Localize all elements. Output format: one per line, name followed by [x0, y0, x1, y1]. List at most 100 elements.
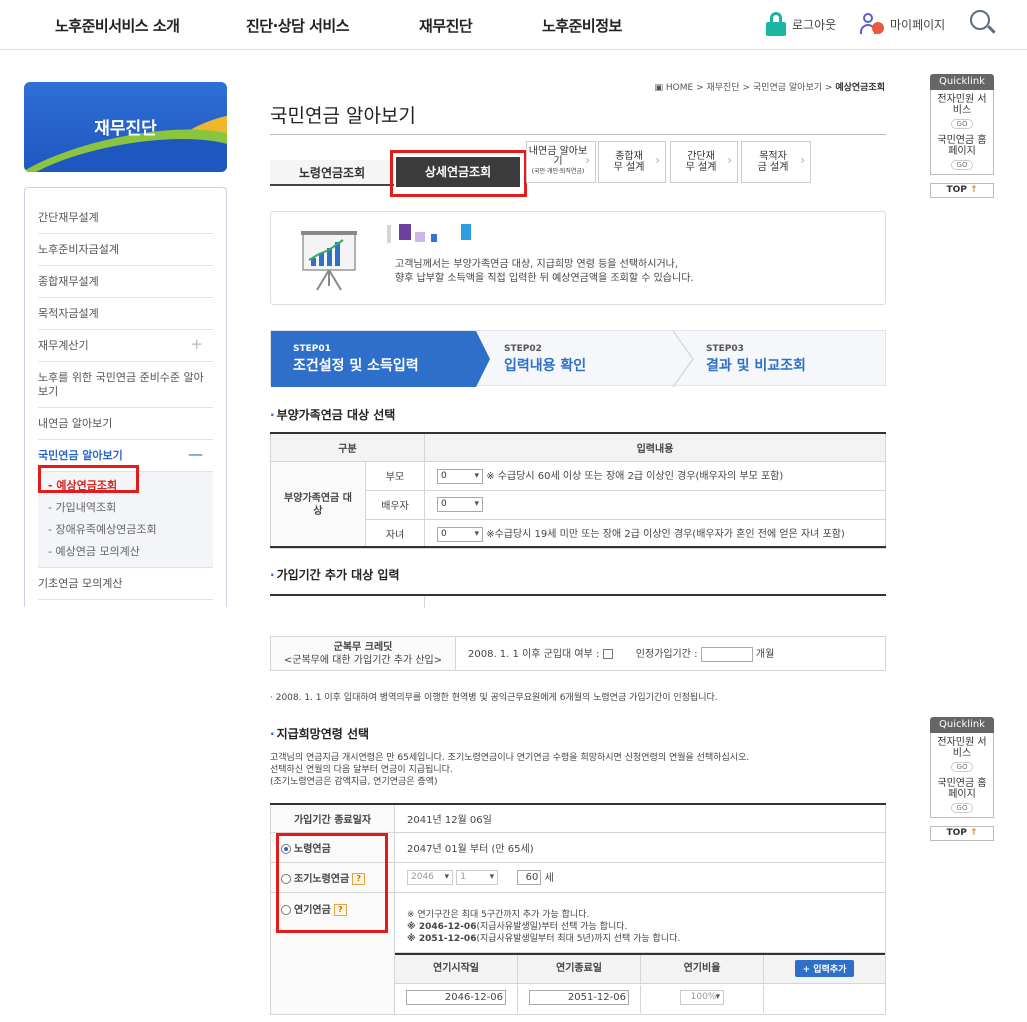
defer-date: ※ 2051-12-06 — [407, 934, 477, 944]
sidebar-item-purpose[interactable]: 목적자금설계 — [38, 298, 213, 330]
quicklink-nps[interactable]: 국민연금 홈페이지 — [933, 135, 991, 157]
breadcrumb-separator: > — [696, 83, 704, 93]
quicklink-egov[interactable]: 전자민원 서비스 — [933, 94, 991, 116]
section-title-period: 가입기간 추가 대상 입력 — [270, 566, 400, 583]
defer-start-input[interactable]: 2046-12-06 — [406, 990, 506, 1005]
step-1: STEP01 조건설정 및 소득입력 — [271, 331, 490, 387]
step-label: 조건설정 및 소득입력 — [293, 358, 419, 374]
nav-menu-intro[interactable]: 노후준비서비스 소개 — [55, 15, 180, 36]
arrow-up-icon: ↑ — [969, 828, 978, 838]
highlight-box — [276, 833, 388, 933]
sidebar-item-readiness[interactable]: 노후를 위한 국민연금 준비수준 알아보기 — [38, 362, 213, 408]
table-cell: 2008. 1. 1 이후 군입대 여부 : 인정가입기간 : 개월 — [455, 636, 886, 671]
tab-my-pension[interactable]: 내연금 알아보기 (국민·개인·퇴직연금) — [526, 141, 596, 183]
tab-old-age-pension[interactable]: 노령연금조회 — [270, 160, 394, 186]
sidebar-item-my-pension[interactable]: 내연금 알아보기 — [38, 408, 213, 440]
sidebar-item-comprehensive[interactable]: 종합재무설계 — [38, 266, 213, 298]
mypage-label: 마이페이지 — [890, 17, 946, 32]
quicklink-go-button[interactable]: GO — [950, 803, 974, 813]
sidebar-sub-disability[interactable]: - 장애유족예상연금조회 — [38, 519, 213, 541]
info-line: 고객님께서는 부양가족연금 대상, 지급희망 연령 등을 선택하시거나, — [395, 259, 679, 270]
nav-menu-info[interactable]: 노후준비정보 — [542, 15, 622, 36]
sidebar-sub-simulation[interactable]: - 예상연금 모의계산 — [38, 541, 213, 563]
payment-desc-line: 선택하신 연월의 다음 달부터 연금이 지급됩니다. — [270, 765, 453, 775]
quicklink-egov[interactable]: 전자민원 서비스 — [933, 737, 991, 759]
step-3: STEP03 결과 및 비교조회 — [706, 331, 886, 387]
row-group-label: 부양가족연금 대상 — [270, 460, 366, 549]
breadcrumb-national-pension[interactable]: 국민연금 알아보기 — [753, 83, 822, 93]
sidebar-sub-history[interactable]: - 가입내역조회 — [38, 497, 213, 519]
defer-note: ※ 연기구간은 최대 5구간까지 추가 가능 합니다. — [407, 910, 590, 920]
end-date-value: 2041년 12월 06일 — [394, 803, 886, 833]
tab-simple[interactable]: 간단재무 설계 — [670, 141, 738, 183]
children-select[interactable]: 0 — [437, 526, 483, 542]
top-button[interactable]: TOP ↑ — [930, 826, 994, 841]
tab-label: 간단재무 설계 — [685, 151, 717, 173]
quicklink-nps[interactable]: 국민연금 홈페이지 — [933, 778, 991, 800]
table-header: 구분 — [270, 432, 425, 462]
nav-menu-finance[interactable]: 재무진단 — [419, 15, 473, 36]
early-age-input[interactable]: 60 — [517, 870, 542, 886]
defer-subtable-cell: 연기시작일 연기종료일 연기비율 + 입력추가 — [394, 951, 886, 984]
divider-bar — [387, 225, 391, 243]
sidebar-item-label: 재무계산기 — [38, 339, 89, 352]
military-checkbox[interactable] — [602, 649, 613, 660]
early-month-select[interactable]: 1 — [456, 870, 499, 886]
row-desc: ※수급당시 19세 미만 또는 장애 2급 이상인 경우(배우자가 혼인 전에 … — [486, 529, 845, 541]
row-label: 배우자 — [365, 489, 425, 520]
table-header: 입력내용 — [424, 432, 886, 462]
column-header: 연기시작일 — [395, 954, 518, 983]
quicklink-panel: Quicklink 전자민원 서비스 GO 국민연금 홈페이지 GO TOP ↑ — [930, 717, 994, 841]
nav-menu-consult[interactable]: 진단·상담 서비스 — [246, 15, 350, 36]
tab-label: 종합재무 설계 — [613, 151, 645, 173]
sidebar-item-basic-pension[interactable]: 기초연금 모의계산 — [38, 568, 213, 600]
plus-icon: + — [190, 335, 203, 353]
row-label: 자녀 — [365, 518, 425, 549]
logout-link[interactable]: 로그아웃 — [766, 12, 836, 36]
row-label: 부모 — [365, 460, 425, 491]
section-title-payment: 지급희망연령 선택 — [270, 725, 370, 742]
tab-comprehensive[interactable]: 종합재무 설계 — [598, 141, 666, 183]
step-indicator: STEP01 조건설정 및 소득입력 STEP02 입력내용 확인 STEP03… — [270, 330, 886, 387]
highlight-box — [390, 150, 527, 197]
quicklink-go-button[interactable]: GO — [950, 160, 974, 170]
home-icon: ▣ — [654, 83, 663, 93]
masked-name — [431, 234, 437, 242]
military-label-cell: 군복무 크레딧 <군복무에 대한 가입기간 추가 산입> — [270, 636, 456, 671]
breadcrumb-home[interactable]: HOME — [666, 83, 693, 93]
table-bottom-line — [270, 546, 886, 548]
quicklink-go-button[interactable]: GO — [950, 762, 974, 772]
top-button[interactable]: TOP ↑ — [930, 183, 994, 198]
tab-label: 내연금 알아보기 — [528, 146, 588, 167]
logout-label: 로그아웃 — [792, 17, 837, 32]
section-title-dependents: 부양가족연금 대상 선택 — [270, 406, 396, 423]
masked-name — [415, 232, 425, 242]
payment-desc: 고객님의 연금지급 개시연령은 만 65세입니다. 조기노령연금이나 연기연금 … — [270, 752, 749, 788]
sidebar-item-retirement-fund[interactable]: 노후준비자금설계 — [38, 234, 213, 266]
recognized-months-input[interactable] — [700, 646, 753, 662]
age-unit: 세 — [544, 872, 554, 884]
defer-note: (지급사유발생일)부터 선택 가능 합니다. — [476, 922, 628, 932]
tab-purpose[interactable]: 목적자금 설계 — [741, 141, 811, 183]
sidebar-banner-title: 재무진단 — [94, 119, 157, 139]
tab-sublabel: (국민·개인·퇴직연금) — [531, 168, 585, 175]
row-desc: ※ 수급당시 60세 이상 또는 장애 2급 이상인 경우(배우자의 부모 포함… — [486, 471, 784, 483]
cropped-row — [270, 596, 886, 608]
search-icon[interactable] — [970, 10, 996, 36]
table-cell: 2046 1 60 세 — [394, 861, 886, 893]
parents-select[interactable]: 0 — [437, 468, 483, 484]
sidebar-item-calculator[interactable]: 재무계산기 + — [38, 330, 213, 362]
defer-ratio-select[interactable]: 100% — [680, 990, 724, 1005]
quicklink-go-button[interactable]: GO — [950, 119, 974, 129]
defer-notes: ※ 연기구간은 최대 5구간까지 추가 가능 합니다. ※ 2046-12-06… — [394, 891, 886, 953]
breadcrumb-separator: > — [824, 83, 833, 93]
defer-data-row: 2046-12-06 2051-12-06 100% — [395, 984, 885, 1014]
add-row-button[interactable]: + 입력추가 — [794, 960, 855, 977]
early-year-select[interactable]: 2046 — [407, 870, 453, 886]
mypage-link[interactable]: 마이페이지 — [860, 12, 945, 36]
sidebar-item-simple[interactable]: 간단재무설계 — [38, 202, 213, 234]
defer-end-input[interactable]: 2051-12-06 — [529, 990, 629, 1005]
presentation-chart-icon — [301, 231, 357, 291]
spouse-select[interactable]: 0 — [437, 497, 483, 512]
breadcrumb-finance[interactable]: 재무진단 — [706, 83, 739, 93]
